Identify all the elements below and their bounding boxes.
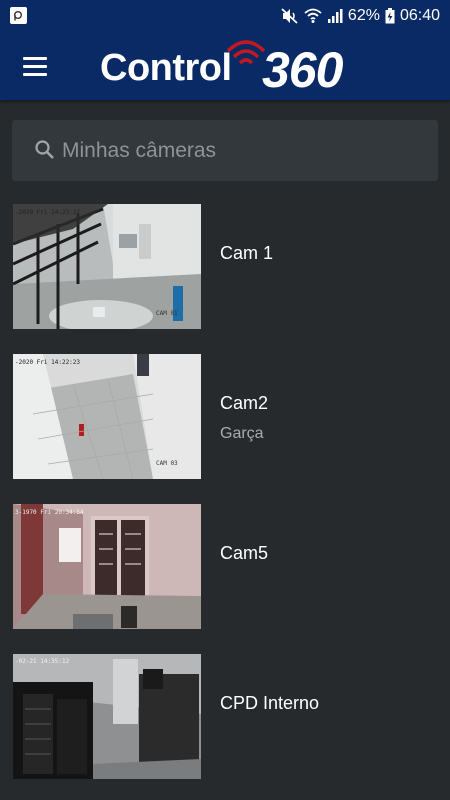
thumbnail-timestamp: -02-21 14:35:12	[15, 658, 70, 665]
thumbnail-timestamp: 3-1970 Fri 20:34:54	[15, 509, 84, 516]
thumbnail-channel: CAM 01	[156, 310, 178, 317]
signal-icon	[327, 8, 343, 23]
app-bar: Control 360	[0, 31, 450, 100]
camera-list-item[interactable]: 3-1970 Fri 20:34:54 Cam5	[0, 500, 450, 630]
camera-thumbnail[interactable]: -2020 Fri 14:22:23 CAM 03	[13, 354, 201, 479]
search-icon	[35, 140, 54, 159]
camera-name: Cam2	[220, 393, 269, 413]
camera-name: Cam5	[220, 543, 269, 563]
wifi-icon	[304, 8, 322, 23]
camera-list-item[interactable]: -2020 Fri 14:22:23 CAM 03 Cam2 Garça	[0, 350, 450, 480]
search-input[interactable]	[62, 120, 432, 181]
camera-thumbnail[interactable]: 3-1970 Fri 20:34:54	[13, 504, 201, 629]
battery-percentage: 62%	[347, 6, 380, 24]
camera-name: CPD Interno	[220, 693, 320, 713]
hamburger-menu-icon[interactable]	[18, 51, 52, 81]
camera-list-item[interactable]: -02-21 14:35:12 CPD Interno	[0, 650, 450, 780]
mute-icon	[281, 7, 298, 24]
logo-number: 360	[262, 42, 343, 98]
app-logo: Control 360	[98, 35, 368, 98]
camera-list-item[interactable]: -2020 Fri 14:23:22 CAM 01 Cam 1	[0, 200, 450, 330]
search-bar[interactable]	[12, 120, 438, 181]
notification-app-icon	[10, 7, 27, 24]
camera-name: Cam 1	[220, 243, 274, 263]
camera-thumbnail[interactable]: -02-21 14:35:12	[13, 654, 201, 779]
thumbnail-timestamp: -2020 Fri 14:22:23	[15, 359, 81, 366]
logo-word: Control	[100, 47, 232, 89]
battery-charging-icon	[385, 7, 395, 23]
thumbnail-channel: CAM 03	[156, 460, 178, 467]
status-bar: 62% 06:40	[0, 0, 450, 31]
thumbnail-timestamp: -2020 Fri 14:23:22	[15, 209, 81, 216]
clock: 06:40	[399, 6, 440, 24]
camera-location: Garça	[220, 425, 264, 442]
camera-thumbnail[interactable]: -2020 Fri 14:23:22 CAM 01	[13, 204, 201, 329]
